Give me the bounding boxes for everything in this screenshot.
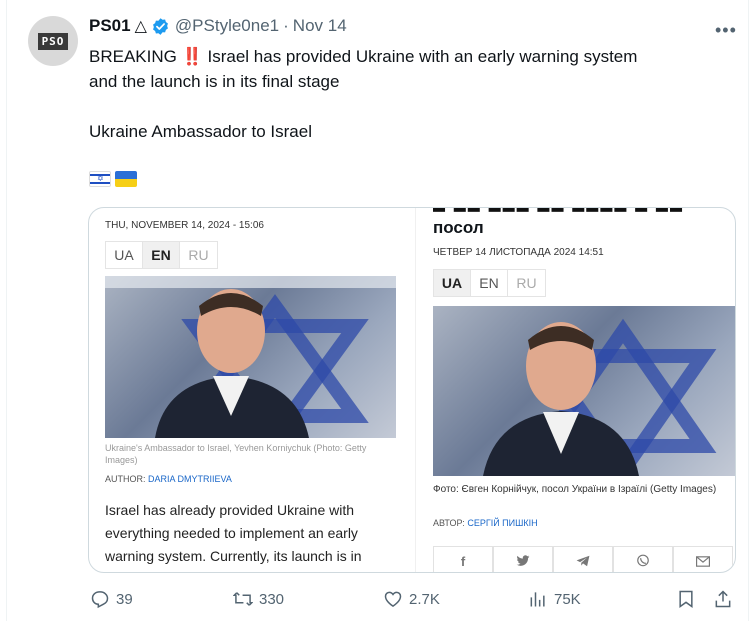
avatar-logo: PSO — [37, 32, 69, 50]
right-article-screenshot: ▀ ▀▀ ▀▀▀ ▀▀ ▀▀▀▀ ▀ ▀▀ посол ЧЕТВЕР 14 ЛИ… — [419, 208, 735, 572]
ukraine-flag-icon — [115, 171, 137, 187]
reply-icon — [91, 591, 109, 609]
share-button[interactable] — [713, 589, 739, 609]
repost-count: 330 — [259, 590, 285, 608]
tweet-header: PS01 △ @PStyle0ne1 · Nov 14 — [89, 16, 347, 36]
right-author-name: СЕРГІЙ ПИШКІН — [467, 518, 538, 528]
header-separator: · — [283, 16, 289, 35]
left-article-date: THU, NOVEMBER 14, 2024 - 15:06 — [105, 220, 264, 231]
email-icon — [673, 546, 733, 572]
left-lang-en: EN — [143, 242, 180, 268]
bookmark-button[interactable] — [676, 589, 702, 609]
facebook-icon: f — [433, 546, 493, 572]
left-author-label: AUTHOR: — [105, 474, 146, 484]
display-name[interactable]: PS01 — [89, 16, 131, 36]
left-ambassador-photo — [105, 276, 396, 438]
name-symbol: △ — [134, 18, 147, 35]
telegram-icon — [553, 546, 613, 572]
tweet-text: BREAKING ‼️ Israel has provided Ukraine … — [89, 44, 729, 187]
tweet-line-1-rest: Israel has provided Ukraine with an earl… — [207, 47, 638, 66]
media-image[interactable]: THU, NOVEMBER 14, 2024 - 15:06 UA EN RU … — [88, 207, 736, 573]
reply-button[interactable]: 39 — [90, 589, 133, 609]
avatar[interactable]: PSO — [28, 16, 78, 66]
heart-icon — [384, 591, 402, 607]
reply-count: 39 — [116, 590, 133, 608]
right-share-bar: f — [433, 546, 733, 572]
like-button[interactable]: 2.7K — [383, 589, 440, 609]
israel-flag-icon: ✡ — [89, 171, 111, 187]
left-photo-illustration — [105, 276, 396, 438]
left-lang-ru: RU — [188, 247, 209, 263]
more-dots-icon[interactable]: ••• — [715, 20, 737, 41]
left-author-name: DARIA DMYTRIIEVA — [148, 474, 232, 484]
right-author-line: АВТОР: СЕРГІЙ ПИШКІН — [433, 518, 538, 528]
repost-icon — [233, 592, 253, 606]
left-lang-ua: UA — [106, 242, 143, 268]
tweet-source-line: Ukraine Ambassador to Israel — [89, 122, 312, 141]
left-language-switch: UA EN RU — [105, 241, 218, 269]
left-photo-caption: Ukraine's Ambassador to Israel, Yevhen K… — [105, 443, 367, 465]
analytics-icon — [530, 592, 545, 607]
user-handle[interactable]: @PStyle0ne1 — [175, 16, 279, 36]
view-count: 75K — [554, 590, 581, 608]
left-border — [6, 0, 7, 621]
bookmark-icon — [679, 590, 693, 608]
twitter-icon — [493, 546, 553, 572]
like-count: 2.7K — [409, 590, 440, 608]
right-border — [748, 0, 749, 621]
media-divider — [415, 208, 416, 572]
right-photo-caption: Фото: Євген Корнійчук, посол України в І… — [433, 484, 717, 495]
double-exclamation-icon: ‼️ — [181, 47, 203, 66]
tweet-line-2: and the launch is in its final stage — [89, 72, 340, 91]
repost-button[interactable]: 330 — [233, 589, 284, 609]
right-author-label: АВТОР: — [433, 518, 465, 528]
left-article-screenshot: THU, NOVEMBER 14, 2024 - 15:06 UA EN RU … — [89, 208, 411, 572]
right-ambassador-photo — [433, 306, 735, 476]
flags-row: ✡ — [89, 171, 729, 187]
left-author-line: AUTHOR: DARIA DMYTRIIEVA — [105, 474, 232, 484]
right-article-title: посол — [433, 218, 484, 237]
right-language-switch: UA EN RU — [433, 269, 546, 297]
right-photo-illustration — [483, 318, 717, 476]
share-icon — [715, 590, 731, 608]
views-button[interactable]: 75K — [528, 589, 581, 609]
right-lang-ua: UA — [434, 270, 471, 296]
tweet-line-1: BREAKING ‼️ Israel has provided Ukraine … — [89, 44, 729, 69]
right-article-date: ЧЕТВЕР 14 ЛИСТОПАДА 2024 14:51 — [433, 247, 604, 258]
left-article-body: Israel has already provided Ukraine with… — [105, 502, 362, 564]
tweet-actions: 39 330 2.7K 75K — [0, 589, 751, 613]
right-lang-ru: RU — [516, 275, 537, 291]
breaking-prefix: BREAKING — [89, 47, 177, 66]
right-lang-en: EN — [471, 270, 508, 296]
verified-badge-icon — [152, 17, 168, 35]
tweet-date[interactable]: Nov 14 — [293, 16, 347, 36]
viber-icon — [613, 546, 673, 572]
